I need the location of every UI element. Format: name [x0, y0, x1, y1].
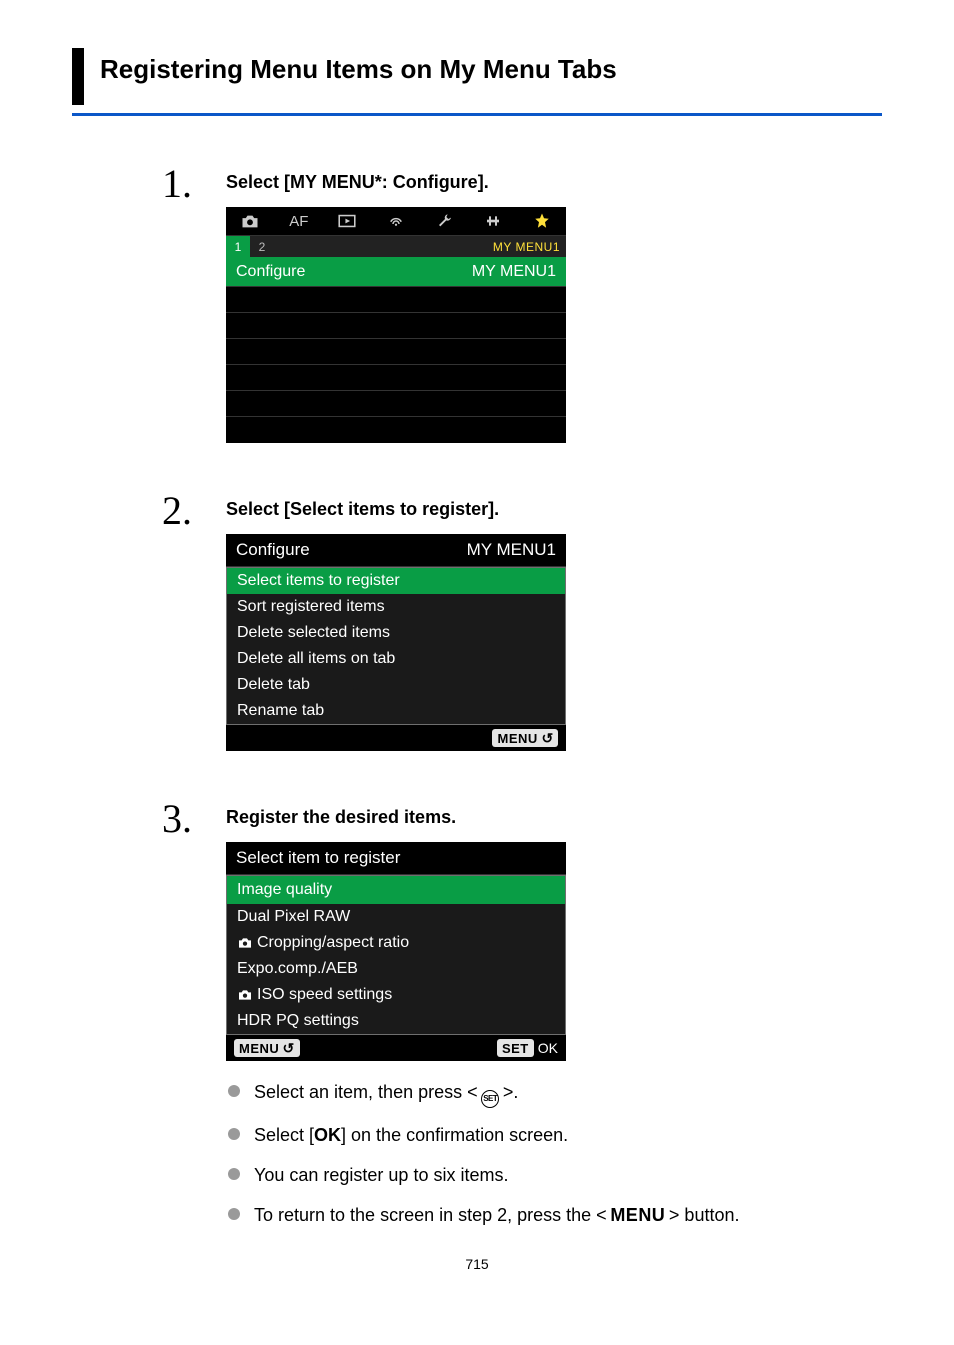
menu1-empty-row [226, 365, 566, 391]
menu2-item: Delete all items on tab [227, 646, 565, 672]
section-heading: Registering Menu Items on My Menu Tabs [72, 48, 882, 116]
wireless-tab-icon [372, 207, 421, 235]
scroll-indicator [551, 880, 555, 900]
menu2-head-value: MY MENU1 [467, 540, 556, 560]
menu3-item: Dual Pixel RAW [227, 904, 565, 930]
menu-screenshot-3: Select item to register Image quality Du… [226, 842, 566, 1061]
menu3-item: HDR PQ settings [227, 1008, 565, 1034]
step3-notes: Select an item, then press < SET >. Sele… [226, 1079, 882, 1228]
camera-tab-icon [226, 207, 275, 235]
note-text: > button. [665, 1205, 739, 1225]
camera-small-icon [237, 986, 253, 1004]
menu2-item: Sort registered items [227, 594, 565, 620]
note-text: ] on the confirmation screen. [341, 1125, 568, 1145]
section-divider [72, 113, 882, 116]
note-text: >. [499, 1082, 518, 1102]
menu1-empty-row [226, 339, 566, 365]
note-item: Select [OK] on the confirmation screen. [226, 1122, 882, 1148]
step-2: 2 Select [Select items to register]. Con… [162, 499, 882, 751]
step-title-bold: Select items to register [290, 499, 488, 519]
menu-subtab-2: 2 [250, 236, 274, 257]
return-arrow-icon: ↻ [282, 1041, 294, 1055]
menu-screenshot-2: Configure MY MENU1 Select items to regis… [226, 534, 566, 751]
step-number: 3 [162, 795, 192, 842]
section-title: Registering Menu Items on My Menu Tabs [100, 54, 882, 85]
step-title: Select [MY MENU*: Configure]. [226, 172, 882, 193]
menu2-item: Rename tab [227, 698, 565, 724]
menu2-item: Delete selected items [227, 620, 565, 646]
menu3-item: Cropping/aspect ratio [227, 930, 565, 956]
menu-word-icon: MENU [610, 1205, 665, 1225]
menu-tab-bar: AF [226, 207, 566, 235]
menu3-item-label: Image quality [237, 881, 332, 899]
menu2-item: Delete tab [227, 672, 565, 698]
af-tab-icon: AF [275, 207, 324, 235]
menu1-empty-row [226, 391, 566, 417]
step-title-post: ]. [488, 499, 499, 519]
step-title: Register the desired items. [226, 807, 882, 828]
menu-screenshot-1: AF [226, 207, 566, 443]
step-title-post: ]. [478, 172, 489, 192]
set-pill: SET [497, 1039, 534, 1057]
step-3: 3 Register the desired items. Select ite… [162, 807, 882, 1228]
menu2-head-label: Configure [236, 540, 310, 560]
menu3-head: Select item to register [226, 842, 566, 875]
note-bold: OK [314, 1125, 341, 1145]
step-1: 1 Select [MY MENU*: Configure]. AF [162, 172, 882, 443]
ok-text: OK [538, 1040, 558, 1056]
menu2-head: Configure MY MENU1 [226, 534, 566, 567]
wrench-tab-icon [420, 207, 469, 235]
step-title-pre: Select [ [226, 172, 290, 192]
note-text: To return to the screen in step 2, press… [254, 1205, 610, 1225]
return-arrow-icon: ↻ [541, 731, 553, 745]
step-title: Select [Select items to register]. [226, 499, 882, 520]
note-item: You can register up to six items. [226, 1162, 882, 1188]
note-item: To return to the screen in step 2, press… [226, 1202, 882, 1228]
note-item: Select an item, then press < SET >. [226, 1079, 882, 1108]
menu1-item-label: Configure [236, 263, 305, 281]
menu2-item: Select items to register [227, 568, 565, 594]
menu-subtab-1: 1 [226, 236, 250, 257]
set-button-icon: SET [481, 1090, 499, 1108]
camera-small-icon [237, 934, 253, 952]
menu1-empty-row [226, 287, 566, 313]
play-tab-icon [323, 207, 372, 235]
step-number: 2 [162, 487, 192, 534]
menu3-item: Expo.comp./AEB [227, 956, 565, 982]
menu1-empty-row [226, 417, 566, 443]
menu3-item: ISO speed settings [227, 982, 565, 1008]
menu-back-pill: MENU ↻ [492, 729, 558, 747]
menu3-head-label: Select item to register [236, 848, 400, 868]
note-text: Select [ [254, 1125, 314, 1145]
menu3-footer: MENU ↻ SET OK [226, 1035, 566, 1061]
star-tab-icon [517, 207, 566, 235]
page-number: 715 [72, 1256, 882, 1272]
menu3-item: Image quality [227, 876, 565, 904]
menu3-item-label: ISO speed settings [257, 986, 392, 1004]
step-title-bold: MY MENU*: Configure [290, 172, 478, 192]
custom-tab-icon [469, 207, 518, 235]
menu2-footer: MENU ↻ [226, 725, 566, 751]
menu1-item-configure: Configure MY MENU1 [226, 257, 566, 287]
menu-subtab-label: MY MENU1 [493, 240, 566, 254]
step-number: 1 [162, 160, 192, 207]
menu1-item-value: MY MENU1 [472, 263, 556, 281]
menu-back-pill: MENU ↻ [234, 1039, 300, 1057]
menu3-item-label: Cropping/aspect ratio [257, 934, 409, 952]
menu1-empty-row [226, 313, 566, 339]
menu-subtab-row: 1 2 MY MENU1 [226, 235, 566, 257]
menu-back-pill-label: MENU [497, 731, 537, 746]
menu-back-pill-label: MENU [239, 1041, 279, 1056]
step-title-pre: Select [ [226, 499, 290, 519]
note-text: Select an item, then press < [254, 1082, 481, 1102]
